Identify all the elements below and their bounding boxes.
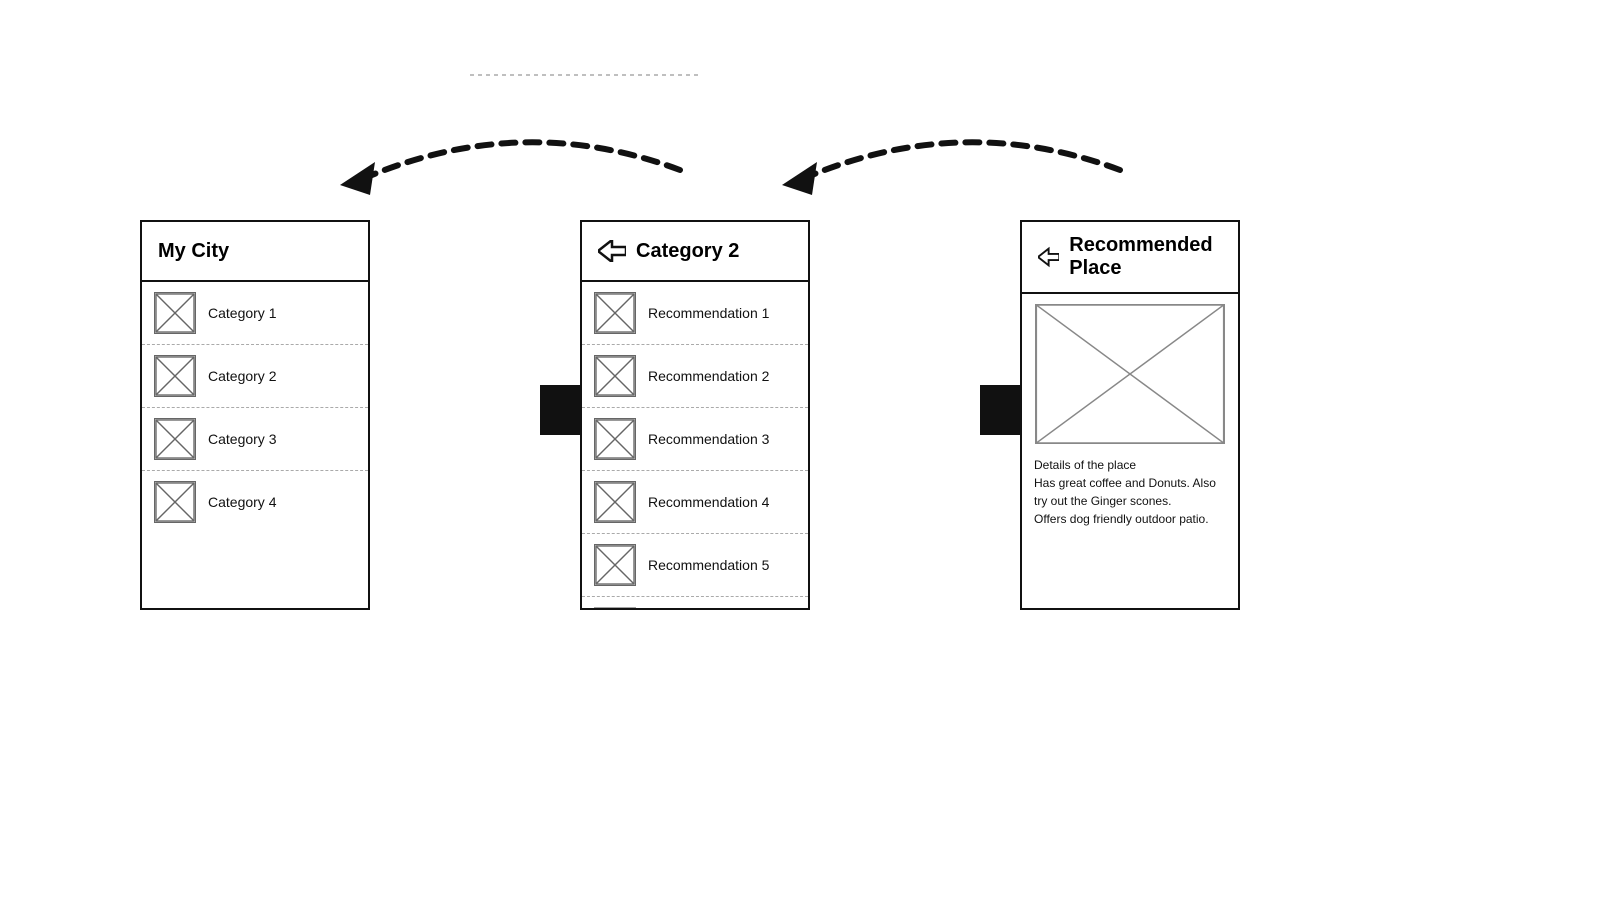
recommendation-icon (594, 544, 636, 586)
place-panel-title: Recommended Place (1069, 234, 1222, 280)
list-item[interactable]: Category 3 (142, 408, 368, 471)
category-panel: Category 2 Recommendation 1 (580, 220, 810, 610)
recommendation-icon (594, 355, 636, 397)
category-panel-header: Category 2 (582, 222, 808, 282)
category-panel-body: Recommendation 1 Recommendation 2 (582, 282, 808, 608)
category-panel-title: Category 2 (636, 240, 739, 263)
list-item[interactable]: Category 2 (142, 345, 368, 408)
list-item[interactable]: Recommendation 4 (582, 471, 808, 534)
place-panel: Recommended Place Details of the place H… (1020, 220, 1240, 610)
recommendation-icon (594, 607, 636, 608)
city-panel-body: Category 1 Category 2 (142, 282, 368, 533)
city-panel-header: My City (142, 222, 368, 282)
city-panel-title: My City (158, 240, 229, 263)
place-image (1035, 304, 1225, 444)
list-item[interactable]: Recommendation 1 (582, 282, 808, 345)
category-icon (154, 292, 196, 334)
recommendation-label: Recommendation 4 (648, 494, 769, 510)
category-label: Category 4 (208, 494, 276, 510)
list-item[interactable]: Recommendation 3 (582, 408, 808, 471)
list-item[interactable]: Category 4 (142, 471, 368, 533)
list-item[interactable]: Recommendation 6 (582, 597, 808, 608)
place-details-text: Details of the place Has great coffee an… (1022, 452, 1238, 536)
category-icon (154, 481, 196, 523)
recommendation-icon (594, 292, 636, 334)
recommendation-label: Recommendation 2 (648, 368, 769, 384)
recommendation-label: Recommendation 1 (648, 305, 769, 321)
place-panel-header: Recommended Place (1022, 222, 1238, 294)
list-item[interactable]: Category 1 (142, 282, 368, 345)
back-arrow-icon[interactable] (598, 240, 626, 262)
recommendation-label: Recommendation 3 (648, 431, 769, 447)
category-label: Category 3 (208, 431, 276, 447)
recommendation-icon (594, 418, 636, 460)
place-panel-body: Details of the place Has great coffee an… (1022, 294, 1238, 536)
back-arrow-icon[interactable] (1038, 246, 1059, 268)
list-item[interactable]: Recommendation 2 (582, 345, 808, 408)
category-icon (154, 355, 196, 397)
category-label: Category 1 (208, 305, 276, 321)
recommendation-label: Recommendation 5 (648, 557, 769, 573)
city-panel: My City Category 1 (140, 220, 370, 610)
recommendation-icon (594, 481, 636, 523)
category-icon (154, 418, 196, 460)
category-label: Category 2 (208, 368, 276, 384)
list-item[interactable]: Recommendation 5 (582, 534, 808, 597)
